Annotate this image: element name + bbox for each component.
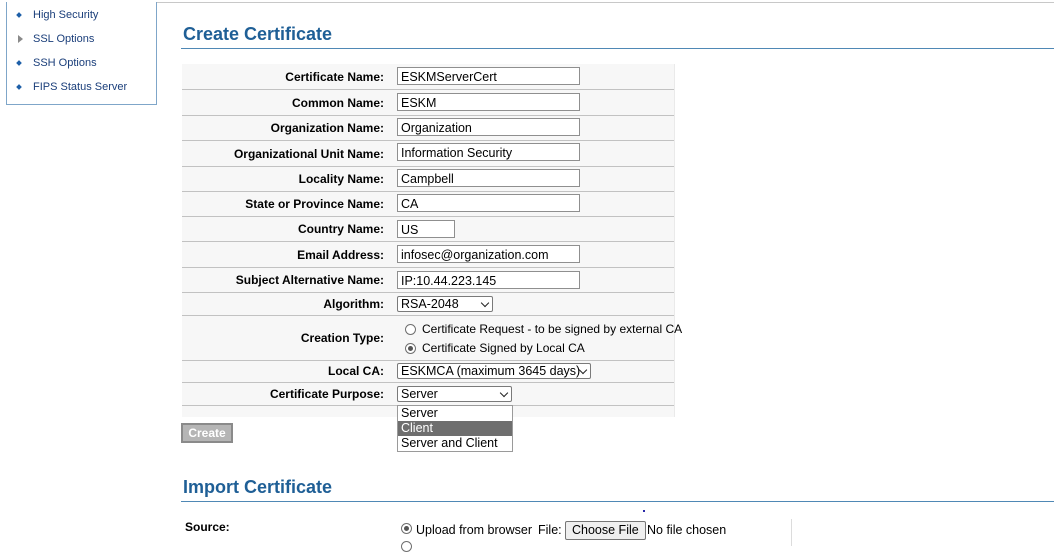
sidebar-item-label: SSL Options [33, 33, 95, 45]
create-certificate-title: Create Certificate [183, 24, 333, 44]
local-ca-value: ESKMCA (maximum 3645 days) [401, 364, 581, 378]
column-divider [791, 519, 792, 546]
section-divider [181, 501, 1054, 502]
local-ca-select[interactable]: ESKMCA (maximum 3645 days) [397, 363, 591, 379]
choose-file-button[interactable]: Choose File [565, 521, 646, 540]
top-divider [157, 2, 1054, 3]
triangle-expand-icon[interactable] [18, 35, 23, 43]
import-certificate-title: Import Certificate [183, 477, 333, 497]
email-address-label: Email Address: [297, 248, 384, 262]
marker-dot [643, 510, 645, 512]
certificate-name-input[interactable]: ESKMServerCert [397, 67, 580, 85]
sidebar-item-high-security[interactable]: High Security [7, 7, 156, 27]
creation-type-local-radio[interactable] [405, 343, 416, 354]
row-divider [182, 191, 674, 192]
source-option-radio[interactable] [401, 541, 412, 552]
certificate-purpose-select[interactable]: Server [397, 386, 512, 402]
diamond-bullet-icon [16, 84, 22, 90]
row-divider [182, 241, 674, 242]
country-name-input[interactable]: US [397, 220, 455, 238]
creation-type-external-radio[interactable] [405, 324, 416, 335]
upload-from-browser-radio[interactable] [401, 523, 412, 534]
org-unit-name-label: Organizational Unit Name: [233, 147, 384, 161]
organization-name-label: Organization Name: [270, 121, 384, 135]
local-ca-label: Local CA: [327, 364, 384, 378]
sidebar-item-label: SSH Options [33, 57, 97, 69]
row-divider [182, 382, 674, 383]
row-divider [182, 115, 674, 116]
chevron-down-icon [480, 298, 490, 308]
certificate-purpose-label: Certificate Purpose: [269, 387, 384, 401]
row-divider [182, 216, 674, 217]
upload-from-browser-label: Upload from browser [416, 523, 533, 537]
sidebar-item-ssl-options[interactable]: SSL Options [7, 31, 156, 51]
org-unit-name-input[interactable]: Information Security [397, 143, 580, 161]
algorithm-label: Algorithm: [323, 297, 384, 311]
row-divider [182, 267, 674, 268]
row-divider [182, 166, 674, 167]
file-label: File: [538, 523, 562, 537]
row-divider [182, 315, 674, 316]
certificate-purpose-dropdown: Server Client Server and Client [397, 405, 513, 452]
state-name-label: State or Province Name: [245, 197, 384, 211]
creation-type-external-label: Certificate Request - to be signed by ex… [422, 322, 683, 336]
row-divider [182, 89, 674, 90]
purpose-option-server-and-client[interactable]: Server and Client [398, 436, 512, 451]
create-button[interactable]: Create [181, 423, 233, 443]
locality-name-input[interactable]: Campbell [397, 169, 580, 187]
diamond-bullet-icon [16, 12, 22, 18]
creation-type-label: Creation Type: [300, 331, 384, 345]
country-name-label: Country Name: [297, 222, 384, 236]
purpose-option-server[interactable]: Server [398, 406, 512, 421]
sidebar-nav: High Security SSL Options SSH Options FI… [6, 2, 157, 105]
row-divider [182, 292, 674, 293]
creation-type-local-label: Certificate Signed by Local CA [422, 341, 585, 355]
algorithm-select[interactable]: RSA-2048 [397, 296, 493, 312]
purpose-option-client[interactable]: Client [398, 421, 512, 436]
common-name-input[interactable]: ESKM [397, 93, 580, 111]
source-label: Source: [185, 520, 230, 534]
certificate-name-label: Certificate Name: [285, 70, 384, 84]
no-file-chosen-text: No file chosen [647, 523, 727, 537]
section-divider [181, 48, 1054, 49]
email-address-input[interactable]: infosec@organization.com [397, 245, 580, 263]
diamond-bullet-icon [16, 60, 22, 66]
subject-alt-name-input[interactable]: IP:10.44.223.145 [397, 271, 580, 289]
row-divider [182, 360, 674, 361]
common-name-label: Common Name: [291, 96, 384, 110]
chevron-down-icon [499, 388, 509, 398]
state-name-input[interactable]: CA [397, 194, 580, 212]
row-divider [182, 140, 674, 141]
algorithm-value: RSA-2048 [401, 297, 459, 311]
locality-name-label: Locality Name: [298, 172, 384, 186]
sidebar-item-label: High Security [33, 9, 99, 21]
organization-name-input[interactable]: Organization [397, 118, 580, 136]
certificate-purpose-value: Server [401, 387, 438, 401]
subject-alt-name-label: Subject Alternative Name: [235, 273, 384, 287]
